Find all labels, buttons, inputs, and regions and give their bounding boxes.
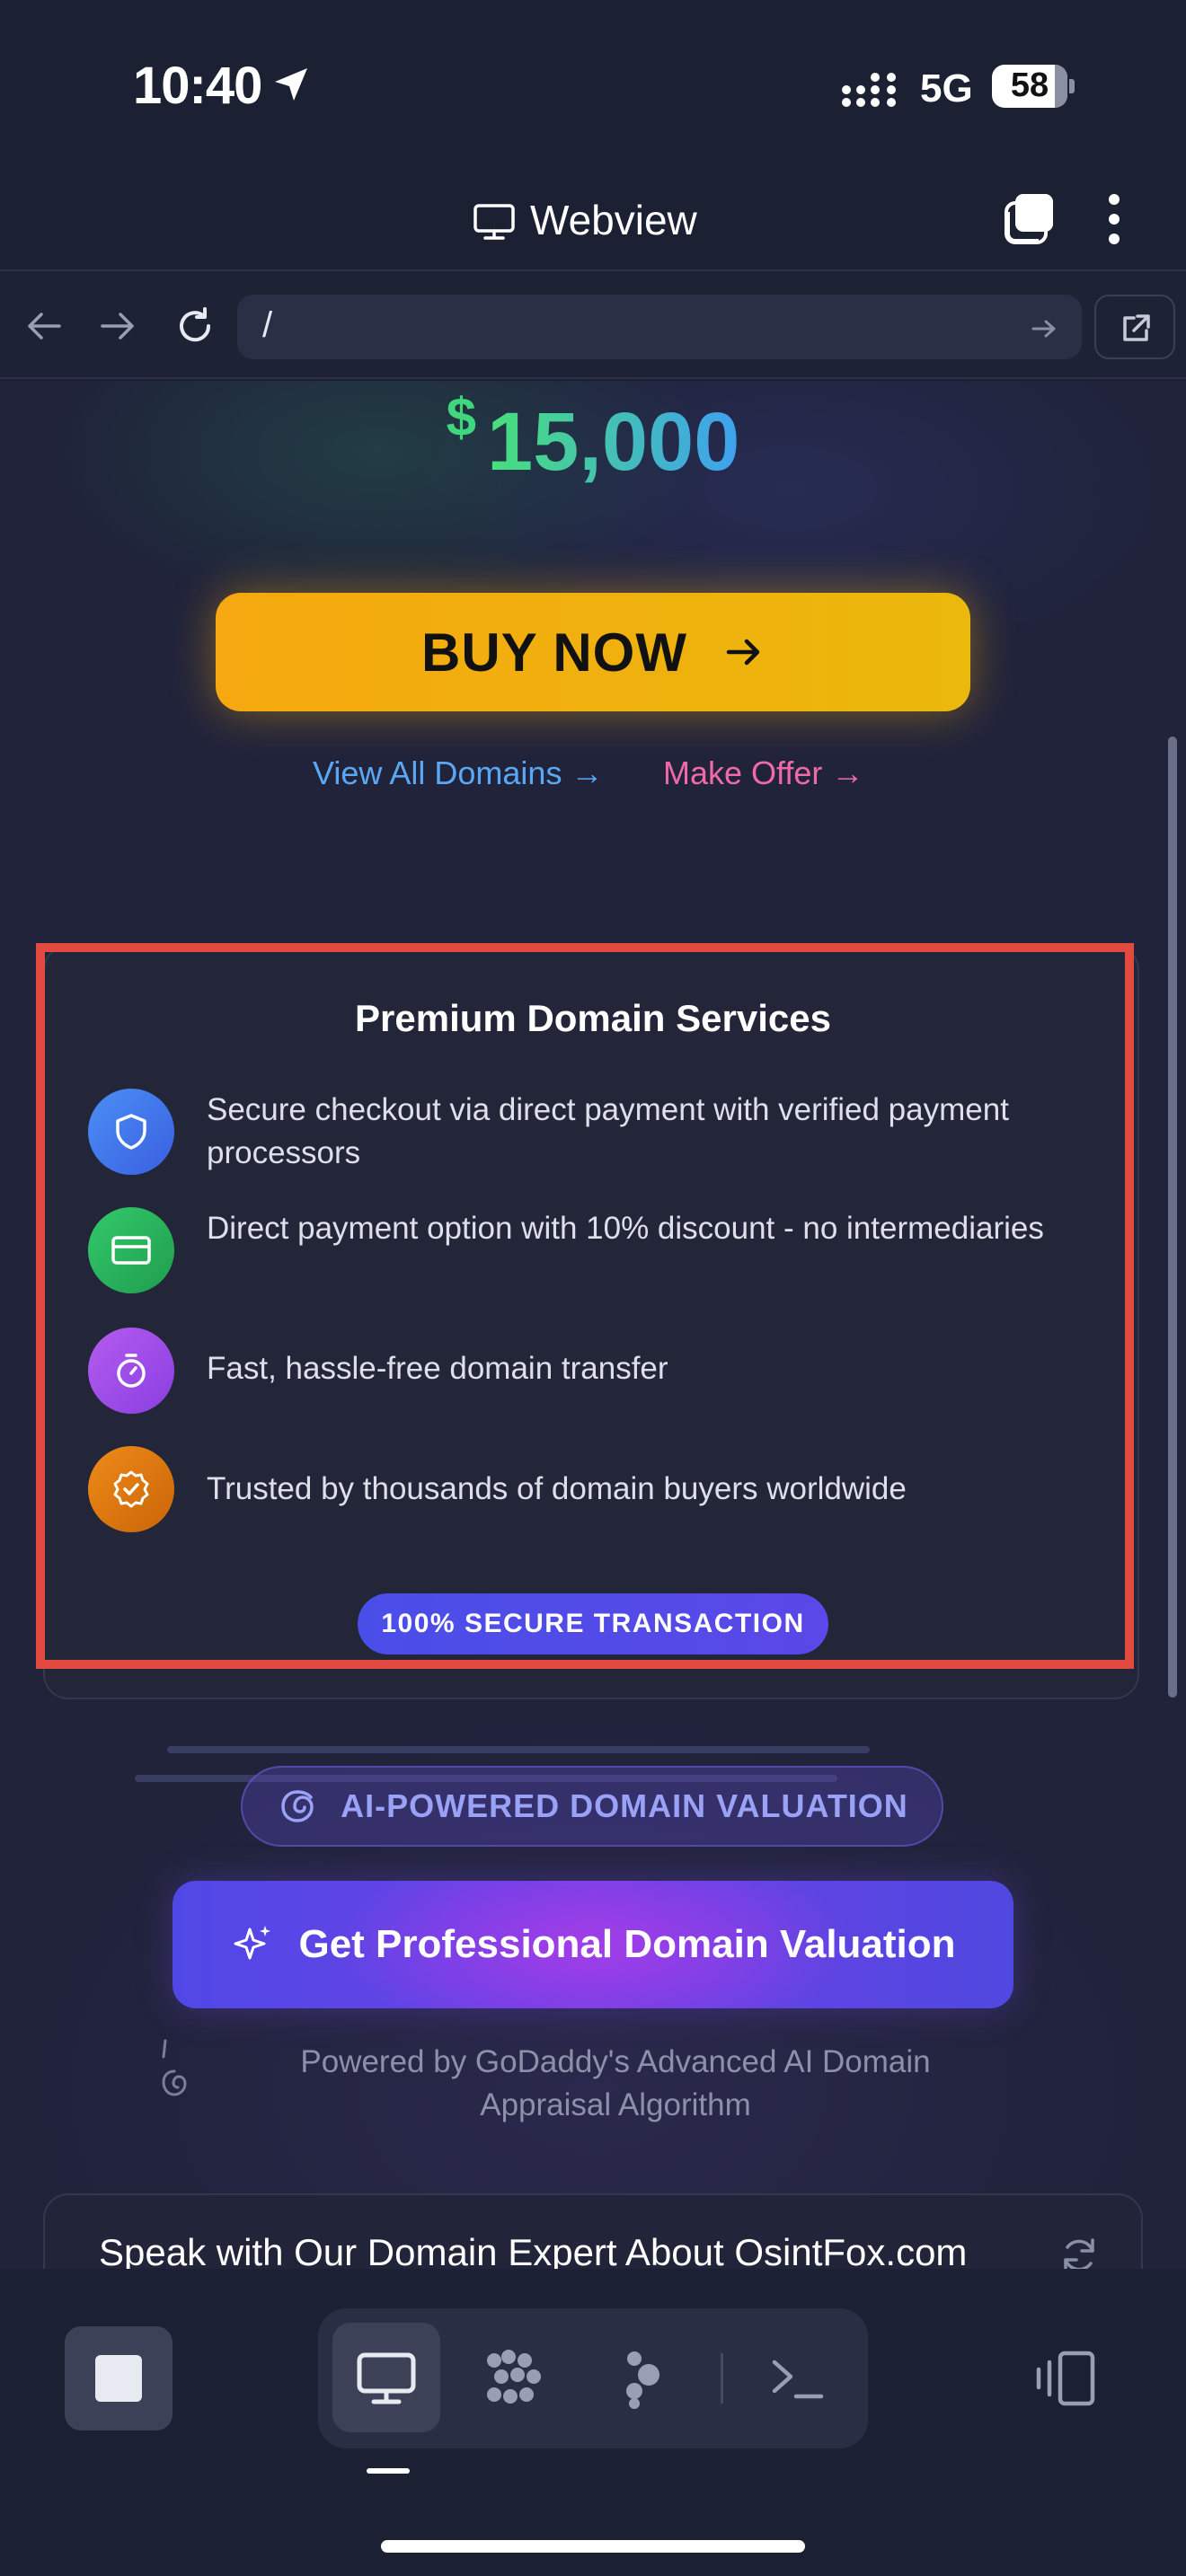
- sparkles-icon: [234, 1926, 271, 1960]
- buy-now-label: BUY NOW: [421, 622, 687, 683]
- arrow-right-icon: [726, 639, 760, 666]
- service-item-secure-checkout: Secure checkout via direct payment with …: [207, 1092, 1009, 1170]
- services-title: Premium Domain Services: [355, 997, 831, 1039]
- get-valuation-button[interactable]: Get Professional Domain Valuation: [173, 1881, 1013, 2008]
- status-time: 10:40: [133, 57, 262, 115]
- service-item-trusted: Trusted by thousands of domain buyers wo…: [207, 1471, 907, 1506]
- expert-card-title: Speak with Our Domain Expert About Osint…: [99, 2231, 968, 2273]
- tabs-icon[interactable]: [1003, 190, 1058, 246]
- location-arrow-icon: [275, 68, 307, 101]
- verified-badge-icon: [88, 1446, 174, 1532]
- view-all-domains-link[interactable]: View All Domains →: [313, 754, 603, 792]
- secure-transaction-label: 100% SECURE TRANSACTION: [381, 1609, 805, 1638]
- terminal-icon[interactable]: [766, 2346, 830, 2411]
- credit-card-icon: [88, 1207, 174, 1293]
- monitor-icon[interactable]: [354, 2346, 419, 2411]
- shield-icon: [88, 1089, 174, 1175]
- ai-valuation-badge: AI-POWERED DOMAIN VALUATION: [241, 1766, 943, 1847]
- make-offer-link[interactable]: Make Offer →: [663, 754, 863, 792]
- price-display: $15,000: [0, 386, 1186, 490]
- price-currency: $: [446, 387, 476, 447]
- apps-grid-icon[interactable]: [482, 2346, 546, 2411]
- url-input[interactable]: [237, 295, 1082, 359]
- service-item-direct-payment: Direct payment option with 10% discount …: [207, 1211, 1044, 1246]
- battery-indicator: 58: [992, 65, 1075, 108]
- forward-icon[interactable]: [97, 305, 138, 347]
- open-external-button[interactable]: [1094, 295, 1175, 359]
- reload-icon[interactable]: [174, 305, 216, 347]
- stop-icon: [95, 2355, 142, 2402]
- split-view-icon[interactable]: [1035, 2346, 1100, 2411]
- more-options-icon[interactable]: [1105, 192, 1123, 246]
- service-item-fast-transfer: Fast, hassle-free domain transfer: [207, 1351, 668, 1386]
- webview-title: Webview: [530, 197, 697, 243]
- get-valuation-label: Get Professional Domain Valuation: [298, 1922, 956, 1966]
- stop-button[interactable]: [65, 2326, 173, 2430]
- agent-icon[interactable]: [613, 2346, 677, 2411]
- signal-icon: [842, 73, 896, 107]
- scrollbar[interactable]: [1168, 737, 1177, 1698]
- url-text: /: [262, 305, 273, 345]
- brain-icon: [162, 2039, 187, 2096]
- battery-level: 58: [1010, 66, 1049, 104]
- divider: [721, 2353, 723, 2404]
- highlight-annotation: [36, 943, 1134, 1669]
- active-tab-indicator: [367, 2468, 410, 2474]
- back-icon[interactable]: [23, 305, 65, 347]
- network-type: 5G: [920, 66, 973, 110]
- price-amount: 15,000: [486, 396, 740, 488]
- buy-now-button[interactable]: BUY NOW: [216, 593, 970, 711]
- ai-valuation-label: AI-POWERED DOMAIN VALUATION: [341, 1787, 908, 1824]
- home-indicator[interactable]: [381, 2540, 805, 2553]
- secure-transaction-badge: 100% SECURE TRANSACTION: [358, 1593, 828, 1654]
- stopwatch-icon: [88, 1328, 174, 1414]
- decorative-line: [167, 1746, 870, 1753]
- powered-by-text: Powered by GoDaddy's Advanced AI Domain …: [300, 2044, 931, 2122]
- go-arrow-icon[interactable]: [1030, 314, 1058, 343]
- brain-icon: [281, 1790, 314, 1822]
- monitor-icon: [474, 204, 515, 240]
- external-link-icon: [1123, 314, 1150, 341]
